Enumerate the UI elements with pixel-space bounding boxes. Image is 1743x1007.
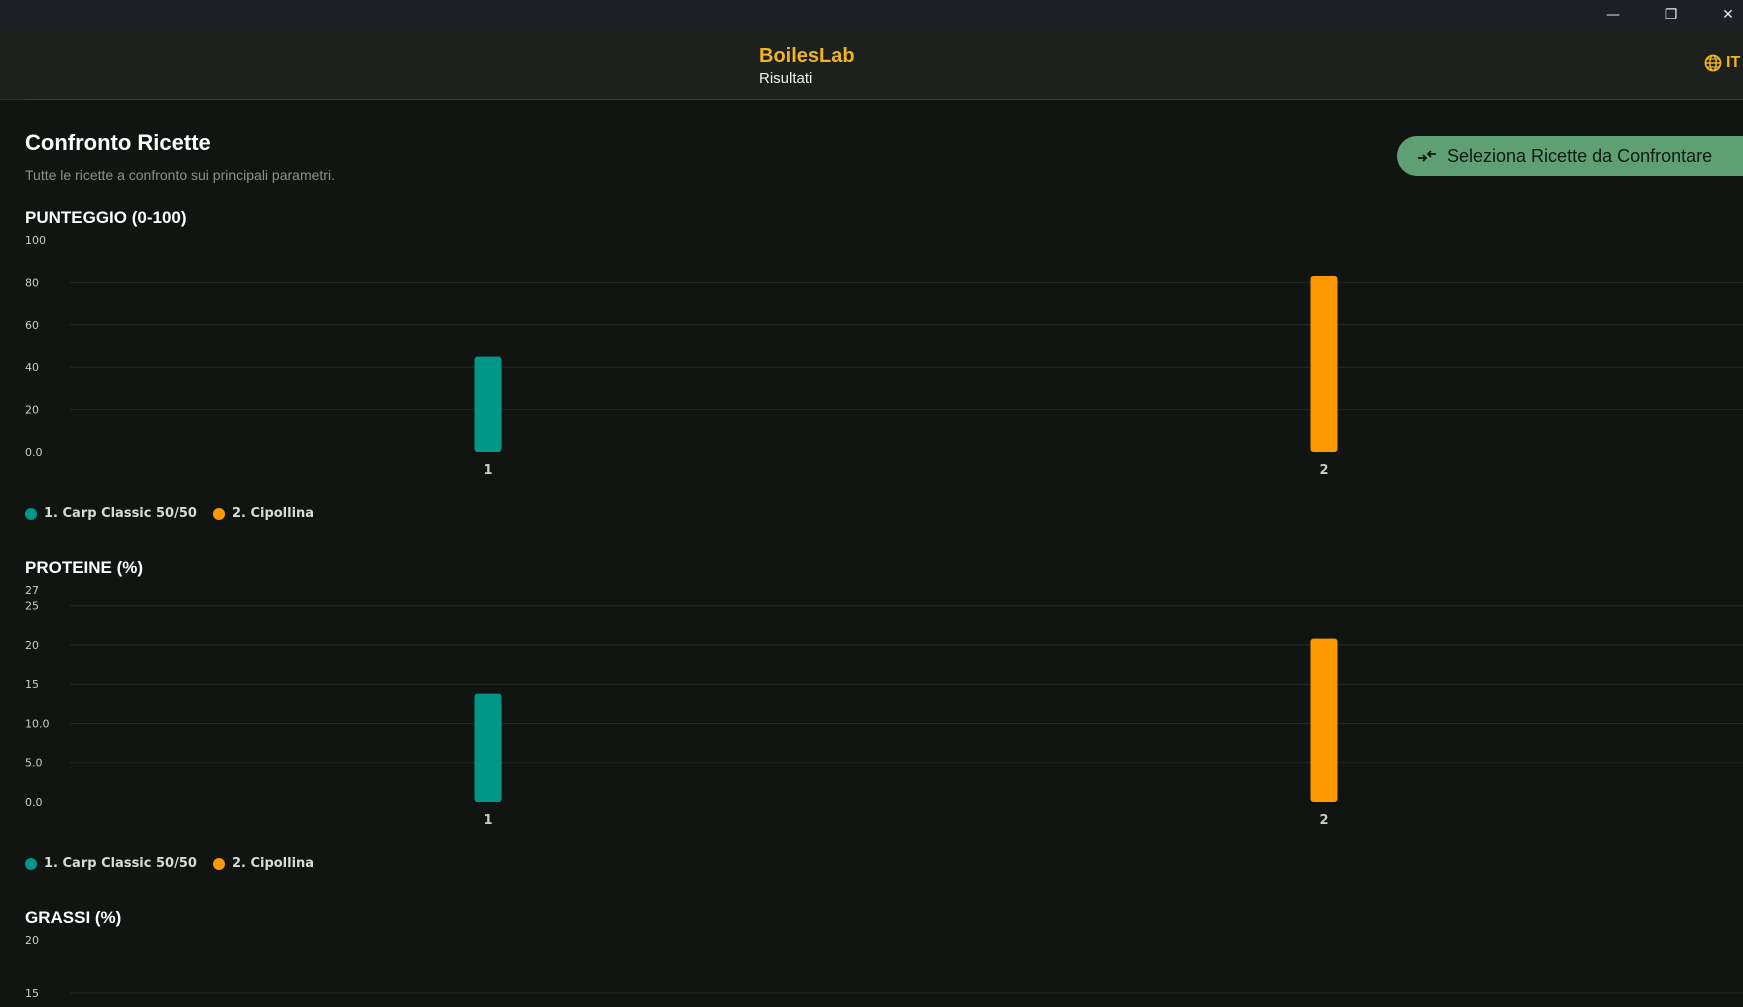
- legend-item: 2. Cipollina: [212, 856, 315, 871]
- x-tick-label: 1: [483, 463, 492, 478]
- y-tick-label: 25: [25, 600, 39, 613]
- y-tick-label: 100: [25, 234, 46, 247]
- y-tick-label: 15: [25, 678, 39, 691]
- page-title: Confronto Ricette: [25, 130, 211, 155]
- y-tick-label: 0.0: [25, 796, 43, 809]
- legend-label: 1. Carp Classic 50/50: [44, 856, 197, 871]
- legend-label: 1. Carp Classic 50/50: [44, 506, 197, 521]
- window-titlebar: — ❐ ✕: [0, 0, 1743, 29]
- legend-item: 1. Carp Classic 50/50: [25, 506, 197, 521]
- minimize-icon: —: [1606, 6, 1620, 23]
- bar-2[interactable]: [1310, 638, 1338, 802]
- y-tick-label: 60: [25, 319, 39, 332]
- y-tick-label: 80: [25, 276, 39, 289]
- app-title: BoilesLab: [759, 45, 855, 67]
- bar-1[interactable]: [474, 356, 502, 452]
- select-recipes-button[interactable]: Seleziona Ricette da Confrontare: [1397, 136, 1743, 176]
- minimize-button[interactable]: —: [1590, 0, 1636, 29]
- chart-title-fat: GRASSI (%): [25, 908, 122, 927]
- bar-1[interactable]: [474, 693, 502, 802]
- y-tick-label: 20: [25, 639, 39, 652]
- x-tick-label: 2: [1319, 463, 1328, 478]
- y-tick-label: 0.0: [25, 446, 43, 459]
- chart-title-score: PUNTEGGIO (0-100): [25, 208, 187, 227]
- protein-chart-legend: 1. Carp Classic 50/50 2. Cipollina: [25, 856, 314, 871]
- chart-title-protein: PROTEINE (%): [25, 558, 144, 577]
- app-header: BoilesLab Risultati IT: [0, 29, 1743, 100]
- legend-item: 1. Carp Classic 50/50: [25, 856, 197, 871]
- legend-label: 2. Cipollina: [231, 856, 315, 871]
- maximize-button[interactable]: ❐: [1648, 0, 1694, 29]
- globe-icon: [1704, 54, 1722, 72]
- x-tick-label: 2: [1319, 813, 1328, 828]
- legend-color-dot: [212, 507, 225, 520]
- header-divider: [25, 99, 1743, 100]
- protein-chart: 0.0 5.0 10.0 15 20 25 27 1 2: [25, 584, 1743, 828]
- y-tick-label: 40: [25, 361, 39, 374]
- y-tick-label: 20: [25, 934, 39, 947]
- legend-color-dot: [25, 507, 37, 520]
- y-tick-label: 27: [25, 584, 39, 597]
- select-recipes-label: Seleziona Ricette da Confrontare: [1447, 145, 1713, 166]
- y-tick-label: 15: [25, 987, 39, 1000]
- y-tick-label: 5.0: [25, 757, 43, 770]
- legend-color-dot: [25, 857, 37, 870]
- y-tick-label: 20: [25, 404, 39, 417]
- fat-chart: 1520: [25, 934, 1743, 1000]
- bar-2[interactable]: [1310, 276, 1338, 452]
- legend-item: 2. Cipollina: [212, 506, 315, 521]
- restore-icon: ❐: [1664, 6, 1678, 23]
- language-selector[interactable]: IT: [1704, 54, 1740, 72]
- score-chart-legend: 1. Carp Classic 50/50 2. Cipollina: [25, 506, 314, 521]
- close-button[interactable]: ✕: [1705, 0, 1743, 29]
- language-label: IT: [1726, 54, 1741, 71]
- app-subtitle: Risultati: [759, 70, 813, 87]
- legend-color-dot: [212, 857, 225, 870]
- compare-arrows-icon: [1418, 150, 1436, 162]
- score-chart: 0.0 20 40 60 80 100 1 2: [25, 234, 1743, 478]
- legend-label: 2. Cipollina: [231, 506, 315, 521]
- close-icon: ✕: [1722, 6, 1734, 23]
- page-description: Tutte le ricette a confronto sui princip…: [25, 167, 335, 183]
- x-tick-label: 1: [483, 813, 492, 828]
- y-tick-label: 10.0: [25, 717, 50, 730]
